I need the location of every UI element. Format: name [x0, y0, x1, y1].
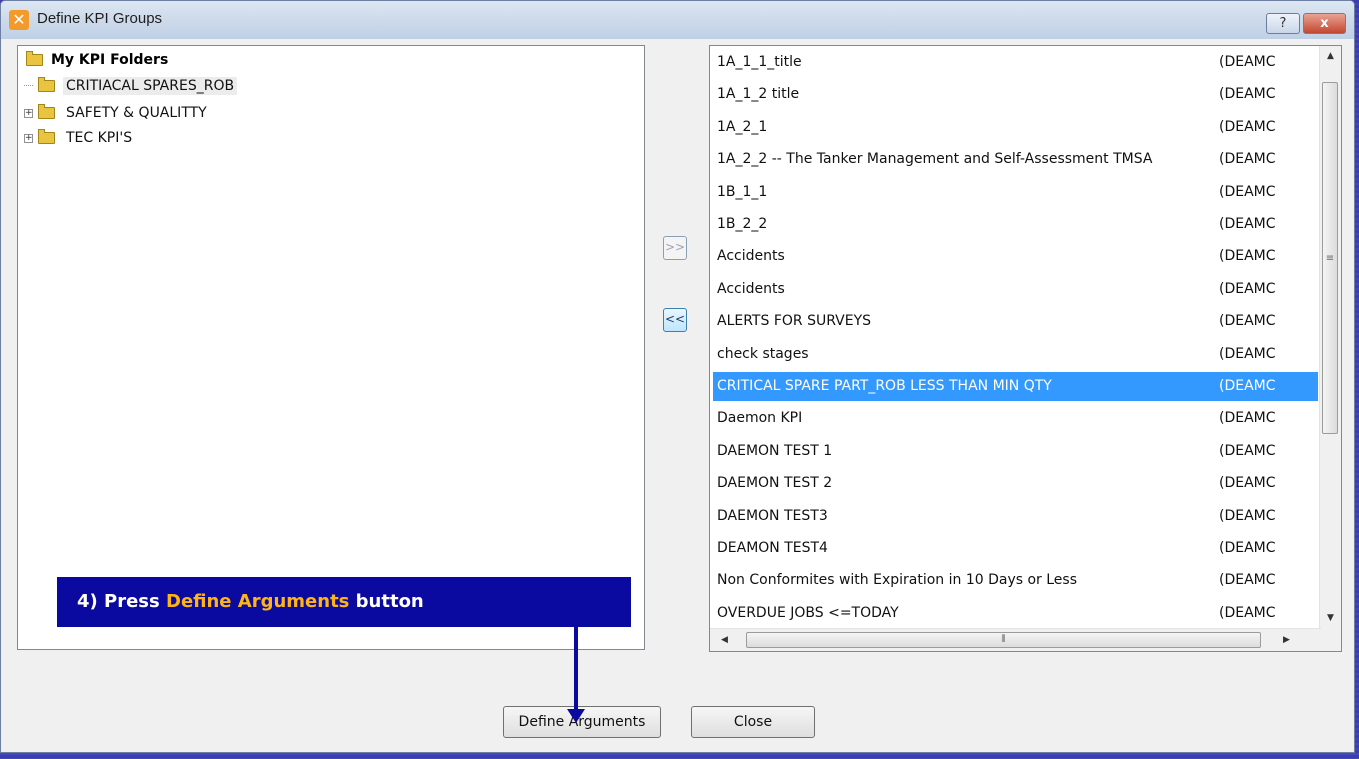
folder-icon: [38, 77, 55, 92]
kpi-list-row[interactable]: DAEMON TEST 1 (DEAMC: [713, 437, 1318, 466]
vertical-scrollbar[interactable]: ▲ ≡ ▼: [1319, 46, 1341, 629]
kpi-name: 1A_2_2 -- The Tanker Management and Self…: [717, 151, 1153, 167]
kpi-list-row[interactable]: 1A_2_2 -- The Tanker Management and Self…: [713, 145, 1318, 174]
scroll-down-icon[interactable]: ▼: [1320, 608, 1341, 629]
kpi-name: ALERTS FOR SURVEYS: [717, 313, 872, 329]
kpi-owner: (DEAMC: [1219, 281, 1276, 297]
kpi-owner: (DEAMC: [1219, 605, 1276, 621]
tutorial-callout: 4) Press Define Arguments button: [57, 577, 631, 627]
kpi-owner: (DEAMC: [1219, 410, 1276, 426]
callout-highlight: Define Arguments: [166, 591, 350, 612]
kpi-owner: (DEAMC: [1219, 119, 1276, 135]
kpi-list-row[interactable]: Daemon KPI (DEAMC: [713, 404, 1318, 433]
callout-arrow-head-icon: [567, 709, 585, 723]
kpi-list-row[interactable]: 1A_1_1_title (DEAMC: [713, 48, 1318, 77]
scroll-right-icon[interactable]: ▶: [1276, 629, 1297, 651]
kpi-owner: (DEAMC: [1219, 54, 1276, 70]
tree-root[interactable]: My KPI Folders: [26, 51, 169, 68]
kpi-name: Accidents: [717, 248, 785, 264]
kpi-owner: (DEAMC: [1219, 184, 1276, 200]
kpi-owner: (DEAMC: [1219, 248, 1276, 264]
kpi-name: DAEMON TEST 1: [717, 443, 833, 459]
define-kpi-groups-dialog: ✕ Define KPI Groups ? x My KPI Folders C…: [0, 0, 1355, 753]
kpi-name: OVERDUE JOBS <=TODAY: [717, 605, 899, 621]
tree-item-tec-kpis[interactable]: + TEC KPI'S: [24, 129, 135, 152]
kpi-name: Daemon KPI: [717, 410, 803, 426]
kpi-owner: (DEAMC: [1219, 572, 1276, 588]
kpi-name: DEAMON TEST4: [717, 540, 828, 556]
kpi-owner: (DEAMC: [1219, 508, 1276, 524]
kpi-owner: (DEAMC: [1219, 216, 1276, 232]
kpi-list-row[interactable]: 1A_2_1 (DEAMC: [713, 113, 1318, 142]
kpi-owner: (DEAMC: [1219, 346, 1276, 362]
kpi-owner: (DEAMC: [1219, 313, 1276, 329]
tree-root-label: My KPI Folders: [51, 52, 169, 68]
kpi-list-row[interactable]: 1B_2_2 (DEAMC: [713, 210, 1318, 239]
window-title: Define KPI Groups: [37, 10, 163, 27]
title-bar[interactable]: ✕ Define KPI Groups ? x: [1, 1, 1354, 39]
kpi-list-row[interactable]: 1A_1_2 title (DEAMC: [713, 80, 1318, 109]
callout-prefix: 4) Press: [77, 591, 166, 612]
kpi-name: check stages: [717, 346, 809, 362]
folder-icon: [38, 129, 55, 144]
scrollbar-corner: [1320, 629, 1341, 651]
kpi-list-row[interactable]: DEAMON TEST4 (DEAMC: [713, 534, 1318, 563]
expand-icon[interactable]: +: [24, 108, 33, 118]
kpi-list-row[interactable]: ALERTS FOR SURVEYS (DEAMC: [713, 307, 1318, 336]
kpi-folder-tree[interactable]: My KPI Folders CRITIACAL SPARES_ROB + SAF…: [17, 45, 645, 650]
kpi-owner: (DEAMC: [1219, 475, 1276, 491]
kpi-list-row[interactable]: Accidents (DEAMC: [713, 275, 1318, 304]
kpi-name: Accidents: [717, 281, 785, 297]
kpi-owner: (DEAMC: [1219, 443, 1276, 459]
kpi-owner: (DEAMC: [1219, 540, 1276, 556]
scroll-up-icon[interactable]: ▲: [1320, 46, 1341, 67]
kpi-name: DAEMON TEST 2: [717, 475, 833, 491]
kpi-list-row[interactable]: CRITICAL SPARE PART_ROB LESS THAN MIN QT…: [713, 372, 1318, 401]
kpi-name: 1A_2_1: [717, 119, 768, 135]
tree-item-safety-quality[interactable]: + SAFETY & QUALITTY: [24, 104, 210, 127]
remove-from-folder-button[interactable]: <<: [663, 308, 687, 332]
kpi-list-row[interactable]: OVERDUE JOBS <=TODAY (DEAMC: [713, 599, 1318, 628]
folder-icon: [26, 51, 43, 66]
kpi-name: 1A_1_1_title: [717, 54, 802, 70]
kpi-list-row[interactable]: Non Conformites with Expiration in 10 Da…: [713, 566, 1318, 595]
add-to-folder-button[interactable]: >>: [663, 236, 687, 260]
expand-icon[interactable]: +: [24, 133, 33, 143]
window-close-button[interactable]: x: [1303, 13, 1346, 34]
kpi-list-row[interactable]: check stages (DEAMC: [713, 340, 1318, 369]
tree-item-critiacal-spares-rob[interactable]: CRITIACAL SPARES_ROB: [24, 77, 238, 100]
kpi-name: Non Conformites with Expiration in 10 Da…: [717, 572, 1078, 588]
help-button[interactable]: ?: [1266, 13, 1300, 34]
kpi-list-row[interactable]: Accidents (DEAMC: [713, 242, 1318, 271]
horizontal-scroll-thumb[interactable]: ⦀: [746, 632, 1261, 648]
callout-arrow-line: [574, 627, 578, 715]
tree-item-label: CRITIACAL SPARES_ROB: [63, 77, 238, 95]
vertical-scroll-thumb[interactable]: ≡: [1322, 82, 1338, 434]
kpi-owner: (DEAMC: [1219, 86, 1276, 102]
kpi-name: CRITICAL SPARE PART_ROB LESS THAN MIN QT…: [717, 378, 1052, 394]
tree-connector: [24, 85, 33, 87]
kpi-list-row[interactable]: 1B_1_1 (DEAMC: [713, 178, 1318, 207]
kpi-list-row[interactable]: DAEMON TEST3 (DEAMC: [713, 502, 1318, 531]
kpi-name: DAEMON TEST3: [717, 508, 828, 524]
horizontal-scrollbar[interactable]: ◀ ⦀ ▶: [710, 628, 1321, 651]
tree-item-label: SAFETY & QUALITTY: [66, 105, 207, 121]
callout-suffix: button: [349, 591, 424, 612]
kpi-list-row[interactable]: DAEMON TEST 2 (DEAMC: [713, 469, 1318, 498]
close-button[interactable]: Close: [691, 706, 815, 738]
kpi-name: 1B_1_1: [717, 184, 768, 200]
kpi-list[interactable]: 1A_1_1_title (DEAMC 1A_1_2 title (DEAMC 1A_2…: [709, 45, 1342, 652]
kpi-owner: (DEAMC: [1219, 151, 1276, 167]
kpi-owner: (DEAMC: [1219, 378, 1276, 394]
scroll-left-icon[interactable]: ◀: [714, 629, 735, 651]
kpi-name: 1A_1_2 title: [717, 86, 800, 102]
kpi-name: 1B_2_2: [717, 216, 768, 232]
folder-icon: [38, 104, 55, 119]
tree-item-label: TEC KPI'S: [66, 130, 133, 146]
app-icon: ✕: [9, 10, 29, 30]
